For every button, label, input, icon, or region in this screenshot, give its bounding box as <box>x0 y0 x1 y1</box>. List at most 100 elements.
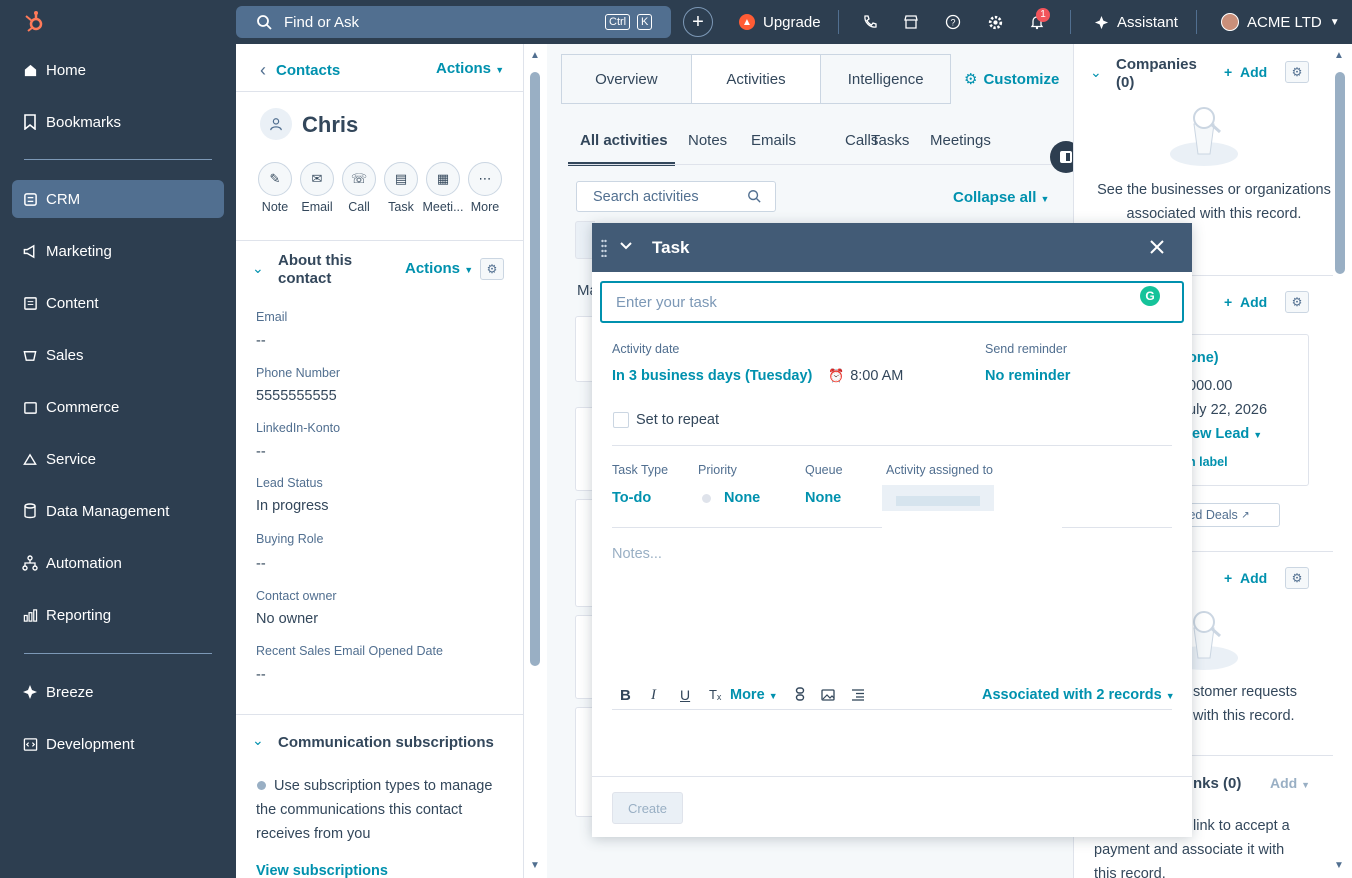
notifications-bell-icon[interactable] <box>1029 0 1045 44</box>
help-icon[interactable]: ? <box>945 0 961 44</box>
subtab-tasks[interactable]: Tasks <box>871 132 909 149</box>
link-icon[interactable] <box>795 687 805 704</box>
tickets-settings-gear-icon[interactable]: ⚙ <box>1285 567 1309 589</box>
note-button[interactable]: ✎ <box>258 162 292 196</box>
nav-item-bookmarks[interactable]: Bookmarks <box>12 103 224 141</box>
time-picker[interactable]: ⏰ 8:00 AM <box>828 368 903 384</box>
clear-format-icon[interactable]: Tₓ <box>709 687 721 702</box>
add-payment-link-dropdown[interactable]: Add ▼ <box>1270 775 1310 791</box>
priority-dropdown[interactable]: None <box>724 490 760 506</box>
nav-item-sales[interactable]: Sales <box>12 336 224 374</box>
companies-settings-gear-icon[interactable]: ⚙ <box>1285 61 1309 83</box>
subtab-notes[interactable]: Notes <box>688 132 727 149</box>
add-deal-button[interactable]: + Add <box>1224 294 1267 310</box>
notes-editor[interactable]: Notes... <box>612 546 662 562</box>
associations-dropdown[interactable]: Associated with 2 records ▼ <box>982 687 1175 703</box>
scrollbar-thumb[interactable] <box>530 72 540 666</box>
field-value-phone[interactable]: 5555555555 <box>256 388 337 404</box>
bold-button[interactable]: B <box>620 687 631 704</box>
tab-overview[interactable]: Overview <box>562 55 692 103</box>
chevron-down-icon[interactable]: ⌄ <box>252 260 264 277</box>
view-subscriptions-link[interactable]: View subscriptions <box>256 863 388 878</box>
insert-snippet-icon[interactable] <box>851 688 865 704</box>
nav-item-development[interactable]: Development <box>12 725 224 763</box>
drag-handle-icon[interactable] <box>601 239 607 258</box>
nav-item-commerce[interactable]: Commerce <box>12 388 224 426</box>
grammarly-icon[interactable]: G <box>1140 286 1160 306</box>
nav-item-home[interactable]: Home <box>12 51 224 89</box>
nav-item-crm[interactable]: CRM <box>12 180 224 218</box>
nav-item-breeze[interactable]: Breeze <box>12 673 224 711</box>
field-value-linkedin[interactable]: -- <box>256 444 266 460</box>
field-value-buying-role[interactable]: -- <box>256 556 266 572</box>
search-activities-input[interactable]: Search activities <box>576 181 776 212</box>
payment-links-title[interactable]: nks (0) <box>1193 775 1241 792</box>
call-button[interactable]: ☏ <box>342 162 376 196</box>
account-menu[interactable]: ACME LTD ▼ <box>1221 0 1340 44</box>
field-value-email[interactable]: -- <box>256 333 266 349</box>
record-scrollbar[interactable]: ▲ ▼ <box>524 44 547 878</box>
nav-item-automation[interactable]: Automation <box>12 544 224 582</box>
deal-association-label[interactable]: n label <box>1188 455 1228 469</box>
image-icon[interactable] <box>821 688 835 704</box>
scroll-down-arrow[interactable]: ▼ <box>530 860 540 871</box>
nav-item-marketing[interactable]: Marketing <box>12 232 224 270</box>
collapse-all-dropdown[interactable]: Collapse all ▼ <box>953 189 1049 206</box>
activity-date-picker[interactable]: In 3 business days (Tuesday) <box>612 368 812 384</box>
subtab-emails[interactable]: Emails <box>751 132 796 149</box>
italic-button[interactable]: I <box>651 687 656 704</box>
tab-activities[interactable]: Activities <box>691 55 822 103</box>
settings-gear-icon[interactable] <box>987 0 1004 44</box>
companies-section-title[interactable]: Companies (0) <box>1116 56 1197 92</box>
add-company-button[interactable]: + Add <box>1224 64 1267 80</box>
communication-subscriptions-title[interactable]: Communication subscriptions <box>278 734 494 751</box>
nav-item-service[interactable]: Service <box>12 440 224 478</box>
field-value-lead-status[interactable]: In progress <box>256 498 329 514</box>
close-icon[interactable] <box>1149 239 1165 258</box>
subtab-meetings[interactable]: Meetings <box>930 132 991 149</box>
chevron-down-icon[interactable]: ⌄ <box>252 732 264 749</box>
field-value-contact-owner[interactable]: No owner <box>256 611 318 627</box>
more-formatting-dropdown[interactable]: More ▼ <box>730 687 778 703</box>
scrollbar-thumb[interactable] <box>1335 72 1345 274</box>
back-to-contacts[interactable]: ‹ Contacts <box>260 60 340 81</box>
scroll-up-arrow[interactable]: ▲ <box>1334 50 1344 61</box>
nav-item-content[interactable]: Content <box>12 284 224 322</box>
scroll-up-arrow[interactable]: ▲ <box>530 50 540 61</box>
marketplace-icon[interactable] <box>903 0 919 44</box>
add-ticket-button[interactable]: + Add <box>1224 570 1267 586</box>
email-button[interactable]: ✉ <box>300 162 334 196</box>
deal-stage-dropdown[interactable]: lew Lead ▼ <box>1188 426 1262 442</box>
record-actions-dropdown[interactable]: Actions ▼ <box>436 60 504 77</box>
calling-icon[interactable] <box>862 0 878 44</box>
customize-button[interactable]: ⚙ Customize <box>964 70 1059 89</box>
assistant-button[interactable]: Assistant <box>1094 0 1178 44</box>
global-search[interactable]: Find or Ask Ctrl K <box>236 6 671 38</box>
meeting-button[interactable]: ▦ <box>426 162 460 196</box>
assignee-dropdown[interactable] <box>882 485 994 511</box>
subtab-all-activities[interactable]: All activities <box>580 132 668 149</box>
nav-item-data-management[interactable]: Data Management <box>12 492 224 530</box>
about-section-title[interactable]: About this contact <box>278 252 352 288</box>
more-button[interactable]: ⋯ <box>468 162 502 196</box>
collapse-chevron-icon[interactable] <box>618 238 634 257</box>
task-button[interactable]: ▤ <box>384 162 418 196</box>
about-actions-dropdown[interactable]: Actions ▼ <box>405 260 473 277</box>
repeat-checkbox[interactable] <box>613 412 629 428</box>
tab-intelligence[interactable]: Intelligence <box>821 55 950 103</box>
task-type-dropdown[interactable]: To-do <box>612 490 651 506</box>
chevron-down-icon[interactable]: ⌄ <box>1090 64 1102 81</box>
field-value-recent-email-opened[interactable]: -- <box>256 667 266 683</box>
create-task-button[interactable]: Create <box>612 792 683 824</box>
scroll-down-arrow[interactable]: ▼ <box>1334 860 1344 871</box>
hubspot-logo[interactable] <box>22 10 46 34</box>
queue-dropdown[interactable]: None <box>805 490 841 506</box>
nav-item-reporting[interactable]: Reporting <box>12 596 224 634</box>
about-settings-gear-icon[interactable]: ⚙ <box>480 258 504 280</box>
upgrade-button[interactable]: ▲ Upgrade <box>739 0 821 44</box>
underline-button[interactable]: U <box>680 687 690 703</box>
reminder-dropdown[interactable]: No reminder <box>985 368 1070 384</box>
deal-name[interactable]: one) <box>1188 350 1219 366</box>
deals-settings-gear-icon[interactable]: ⚙ <box>1285 291 1309 313</box>
task-title-input[interactable] <box>600 281 1184 323</box>
